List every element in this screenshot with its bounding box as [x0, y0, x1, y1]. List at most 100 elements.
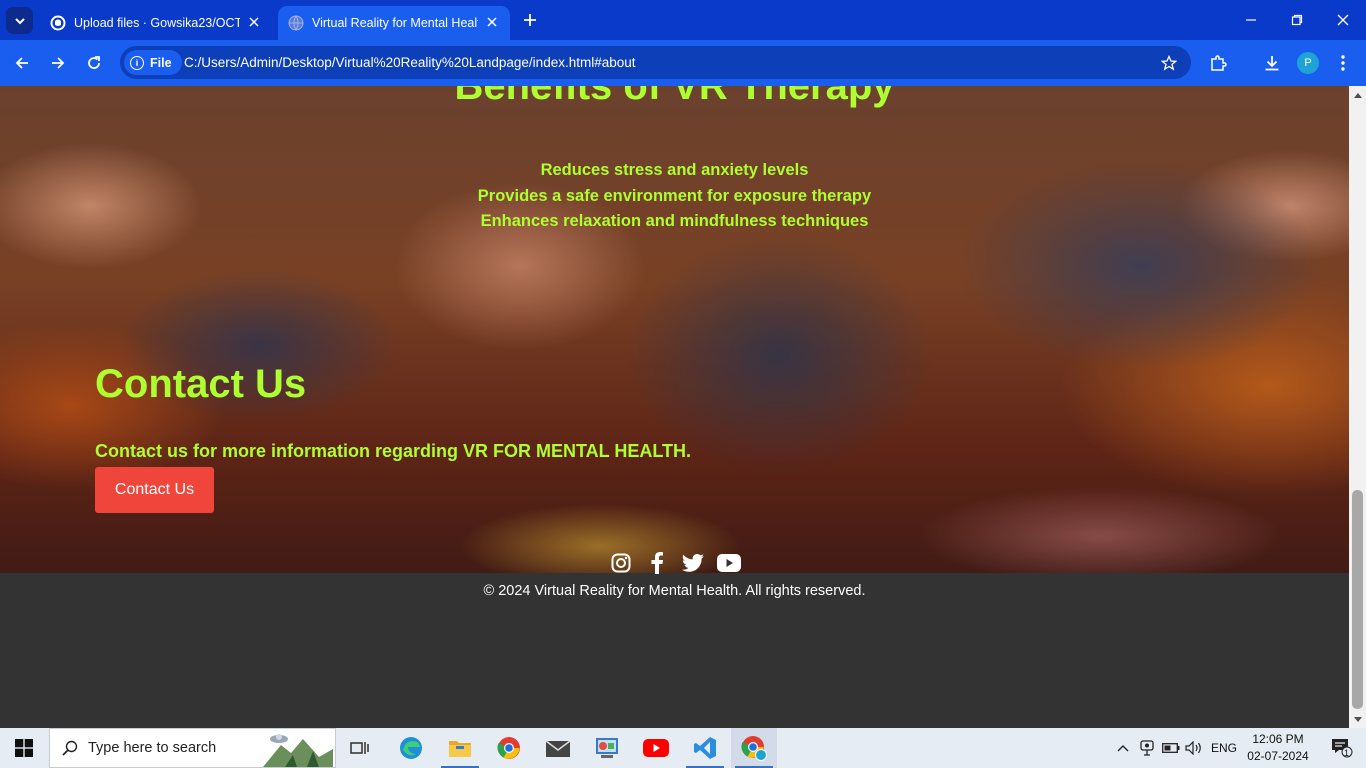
benefits-heading: Benefits of VR Therapy [454, 86, 895, 108]
tab-upload-files[interactable]: Upload files · Gowsika23/OCTANET [40, 6, 272, 40]
forward-button[interactable] [44, 49, 72, 77]
taskbar-edge[interactable] [388, 728, 434, 768]
downloads-button[interactable] [1260, 51, 1284, 75]
benefit-item: Provides a safe environment for exposure… [477, 186, 872, 205]
browser-toolbar: i File C:/Users/Admin/Desktop/Virtual%20… [0, 40, 1366, 86]
back-button[interactable] [8, 49, 36, 77]
contact-text: Contact us for more information regardin… [95, 441, 692, 461]
minimize-button[interactable] [1228, 0, 1274, 40]
tray-battery[interactable] [1159, 728, 1183, 768]
new-tab-button[interactable] [520, 10, 540, 30]
restore-icon [1291, 14, 1303, 26]
contact-heading: Contact Us [95, 362, 307, 406]
search-placeholder: Type here to search [88, 740, 217, 756]
kebab-menu-icon [1341, 55, 1345, 71]
close-icon [1337, 14, 1349, 26]
tab-strip: Upload files · Gowsika23/OCTANET Virtual… [0, 0, 1366, 40]
windows-logo-icon [15, 739, 33, 757]
download-icon [1265, 56, 1279, 71]
copyright-text: © 2024 Virtual Reality for Mental Health… [483, 583, 866, 599]
chevron-up-icon [1117, 745, 1129, 752]
close-window-button[interactable] [1320, 0, 1366, 40]
chrome-profile-icon [741, 736, 767, 761]
close-tab-icon[interactable] [484, 14, 500, 30]
twitter-icon[interactable] [681, 551, 705, 575]
mail-icon [545, 740, 571, 757]
taskbar-file-explorer[interactable] [437, 728, 483, 768]
control-panel-icon [596, 738, 618, 758]
taskbar-control-panel[interactable] [584, 728, 630, 768]
taskbar-clock[interactable]: 12:06 PM 02-07-2024 [1240, 731, 1316, 765]
taskbar-mail[interactable] [535, 728, 581, 768]
tray-language[interactable]: ENG [1208, 728, 1240, 768]
scroll-down-button[interactable] [1349, 711, 1366, 728]
social-links [0, 551, 1349, 575]
volume-icon [1185, 741, 1201, 755]
arrow-left-icon [15, 57, 28, 69]
search-icon [62, 740, 78, 756]
taskbar-search-box[interactable]: Type here to search [49, 728, 336, 768]
close-tab-icon[interactable] [246, 14, 262, 30]
reload-button[interactable] [80, 49, 108, 77]
clock-time: 12:06 PM [1252, 732, 1304, 746]
search-highlight-illustration [263, 734, 333, 767]
notification-icon [1332, 739, 1353, 758]
plus-icon [524, 14, 536, 26]
youtube-app-icon [643, 739, 669, 757]
site-info-chip[interactable]: i File [124, 50, 182, 75]
show-hidden-icons-button[interactable] [1112, 728, 1134, 768]
page-viewport: Benefits of VR Therapy Reduces stress an… [0, 86, 1349, 728]
extensions-button[interactable] [1206, 51, 1230, 75]
battery-icon [1162, 743, 1180, 753]
taskbar-chrome-active[interactable] [731, 728, 777, 768]
hero-background: Benefits of VR Therapy Reduces stress an… [0, 86, 1349, 573]
taskbar-chrome[interactable] [486, 728, 532, 768]
notification-center-button[interactable]: 1 [1322, 728, 1362, 768]
reload-icon [88, 56, 100, 69]
puzzle-icon [1211, 55, 1227, 71]
tab-title: Upload files · Gowsika23/OCTANET [74, 16, 240, 30]
tab-search-button[interactable] [6, 7, 33, 34]
restore-button[interactable] [1274, 0, 1320, 40]
benefit-item: Enhances relaxation and mindfulness tech… [480, 212, 869, 230]
caret-down-icon [1353, 716, 1362, 722]
profile-avatar[interactable]: P [1297, 52, 1319, 74]
tray-meet-now[interactable] [1136, 728, 1158, 768]
task-view-icon [350, 742, 369, 754]
instagram-icon[interactable] [609, 551, 633, 575]
folder-icon [449, 741, 471, 757]
bookmark-star-button[interactable] [1159, 53, 1179, 73]
facebook-icon[interactable] [645, 551, 669, 575]
tab-virtual-reality[interactable]: Virtual Reality for Mental Health [278, 6, 510, 40]
windows-taskbar: Type here to search ENG 12:06 PM 02-07-2… [0, 728, 1366, 768]
globe-icon [288, 15, 304, 31]
youtube-icon[interactable] [716, 551, 741, 575]
arrow-right-icon [52, 57, 65, 69]
chevron-down-icon [14, 17, 25, 24]
star-icon [1161, 55, 1177, 71]
tray-volume[interactable] [1183, 728, 1205, 768]
notification-count: 1 [1344, 748, 1350, 758]
tab-title: Virtual Reality for Mental Health [312, 16, 478, 30]
taskbar-youtube[interactable] [633, 728, 679, 768]
scrollbar-thumb[interactable] [1352, 490, 1363, 709]
scroll-up-button[interactable] [1349, 86, 1366, 103]
caret-up-icon [1353, 92, 1362, 98]
benefits-list: Reduces stress and anxiety levels Provid… [0, 158, 1349, 235]
address-bar[interactable]: i File C:/Users/Admin/Desktop/Virtual%20… [120, 46, 1191, 79]
webcam-icon [1140, 740, 1154, 756]
contact-us-button[interactable]: Contact Us [95, 467, 214, 513]
menu-button[interactable] [1331, 51, 1355, 75]
benefit-item: Reduces stress and anxiety levels [540, 161, 809, 179]
page-scrollbar[interactable] [1349, 86, 1366, 728]
github-icon [50, 15, 66, 31]
taskbar-vscode[interactable] [682, 728, 728, 768]
site-info-label: File [150, 55, 172, 70]
minimize-icon [1246, 19, 1256, 21]
start-button[interactable] [0, 728, 48, 768]
url-text[interactable]: C:/Users/Admin/Desktop/Virtual%20Reality… [184, 55, 636, 70]
vscode-icon [694, 737, 716, 759]
chrome-icon [497, 737, 520, 759]
task-view-button[interactable] [337, 728, 383, 768]
info-icon: i [130, 55, 144, 70]
